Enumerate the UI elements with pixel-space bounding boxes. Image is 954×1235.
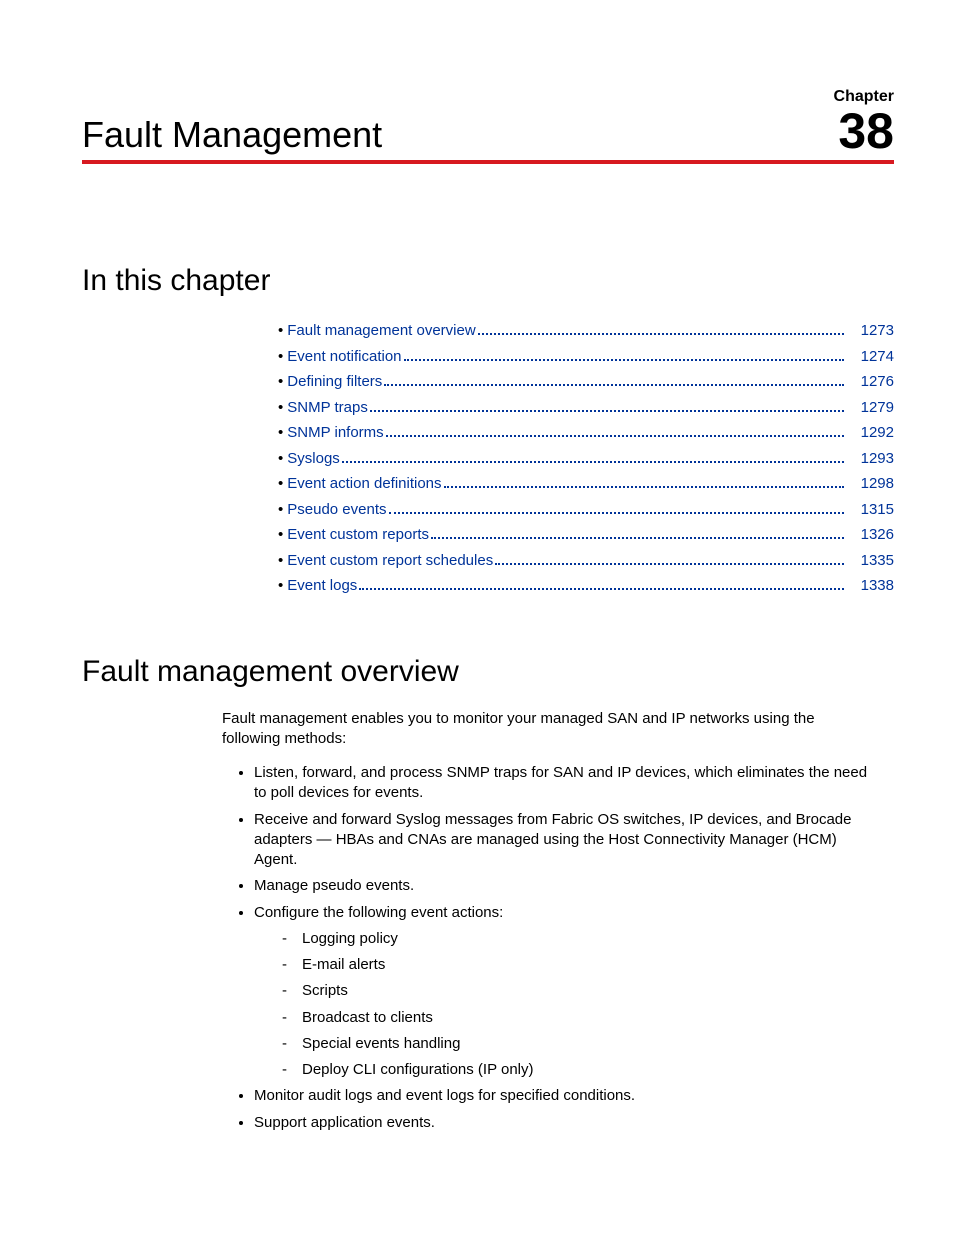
bullet-icon: • [278,369,283,395]
toc-link[interactable]: Event logs [287,573,357,599]
chapter-number-block: Chapter 38 [834,88,894,156]
toc-leader [370,410,844,412]
toc-page[interactable]: 1276 [848,369,894,395]
list-item: Configure the following event actions: L… [254,903,874,1081]
toc-row: •Pseudo events 1315 [278,497,894,523]
list-item: Receive and forward Syslog messages from… [254,810,874,871]
chapter-title: Fault Management [82,114,382,156]
toc-row: •SNMP traps 1279 [278,395,894,421]
toc-row: •Event action definitions 1298 [278,471,894,497]
bullet-icon: • [278,548,283,574]
toc-leader [478,333,844,335]
list-item: Manage pseudo events. [254,876,874,896]
toc-leader [444,486,844,488]
toc-leader [342,461,844,463]
toc-link[interactable]: Event notification [287,344,401,370]
bullet-icon: • [278,573,283,599]
toc-row: •Event notification 1274 [278,344,894,370]
toc-page[interactable]: 1292 [848,420,894,446]
toc-page[interactable]: 1298 [848,471,894,497]
list-item: Broadcast to clients [286,1008,874,1028]
toc-page[interactable]: 1338 [848,573,894,599]
bullet-icon: • [278,420,283,446]
toc-page[interactable]: 1293 [848,446,894,472]
toc-row: •Defining filters 1276 [278,369,894,395]
list-item: Special events handling [286,1034,874,1054]
bullet-icon: • [278,395,283,421]
toc-row: •Fault management overview 1273 [278,318,894,344]
page: Fault Management Chapter 38 In this chap… [0,0,954,1199]
bullet-icon: • [278,497,283,523]
toc-link[interactable]: Defining filters [287,369,382,395]
overview-intro: Fault management enables you to monitor … [222,709,874,750]
toc-row: •Event custom reports 1326 [278,522,894,548]
toc-link[interactable]: Event action definitions [287,471,441,497]
list-item: Deploy CLI configurations (IP only) [286,1060,874,1080]
toc-page[interactable]: 1315 [848,497,894,523]
list-item: Listen, forward, and process SNMP traps … [254,763,874,804]
overview-body: Fault management enables you to monitor … [222,709,874,1133]
toc-link[interactable]: Syslogs [287,446,340,472]
list-item: Support application events. [254,1113,874,1133]
overview-sub-bullets: Logging policy E-mail alerts Scripts Bro… [254,929,874,1081]
list-item-text: Configure the following event actions: [254,904,503,921]
list-item: Monitor audit logs and event logs for sp… [254,1086,874,1106]
toc-page[interactable]: 1279 [848,395,894,421]
section-heading-overview: Fault management overview [82,655,894,689]
list-item: Logging policy [286,929,874,949]
toc-page[interactable]: 1273 [848,318,894,344]
toc-leader [389,512,844,514]
toc-page[interactable]: 1326 [848,522,894,548]
toc-row: •SNMP informs 1292 [278,420,894,446]
toc-leader [386,435,844,437]
toc-page[interactable]: 1274 [848,344,894,370]
toc-link[interactable]: Fault management overview [287,318,475,344]
bullet-icon: • [278,446,283,472]
toc-link[interactable]: Pseudo events [287,497,386,523]
toc-page[interactable]: 1335 [848,548,894,574]
toc-leader [431,537,844,539]
toc-link[interactable]: Event custom report schedules [287,548,493,574]
chapter-header: Fault Management Chapter 38 [82,88,894,164]
toc-row: •Event logs 1338 [278,573,894,599]
toc-heading: In this chapter [82,264,894,298]
bullet-icon: • [278,522,283,548]
toc-link[interactable]: SNMP traps [287,395,368,421]
toc-leader [384,384,844,386]
toc-leader [495,563,844,565]
toc-row: •Event custom report schedules 1335 [278,548,894,574]
list-item: Scripts [286,981,874,1001]
bullet-icon: • [278,471,283,497]
toc-row: •Syslogs 1293 [278,446,894,472]
toc-link[interactable]: SNMP informs [287,420,383,446]
overview-bullets: Listen, forward, and process SNMP traps … [222,763,874,1133]
toc-leader [404,359,844,361]
bullet-icon: • [278,344,283,370]
bullet-icon: • [278,318,283,344]
list-item: E-mail alerts [286,955,874,975]
toc-leader [359,588,844,590]
toc-link[interactable]: Event custom reports [287,522,429,548]
toc: •Fault management overview1273 •Event no… [278,318,894,599]
chapter-number: 38 [834,106,894,156]
